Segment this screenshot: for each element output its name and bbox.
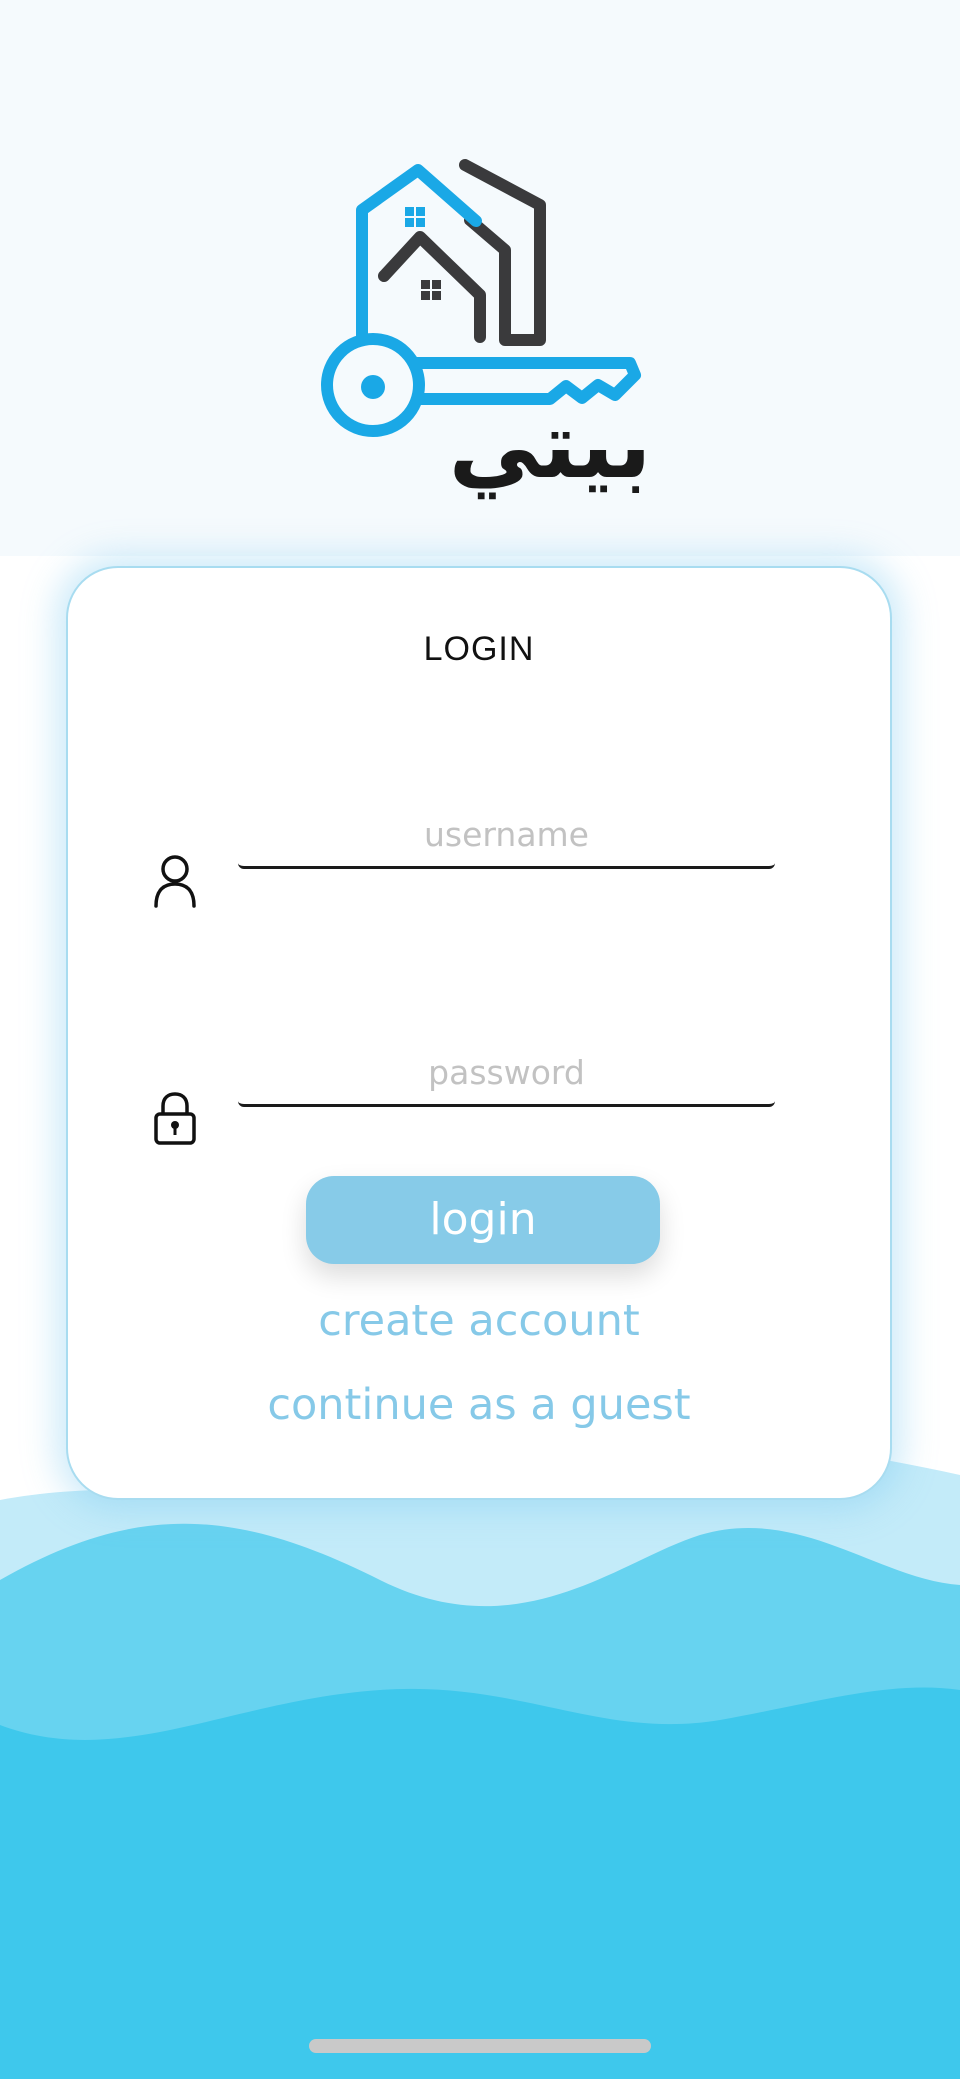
password-input[interactable] xyxy=(238,1044,775,1100)
username-field[interactable] xyxy=(238,806,775,869)
create-account-link[interactable]: create account xyxy=(68,1296,890,1346)
lock-icon xyxy=(152,1090,198,1146)
login-title: LOGIN xyxy=(423,630,535,668)
user-icon xyxy=(152,852,198,908)
username-input[interactable] xyxy=(238,806,775,862)
app-logo-text: بيتي xyxy=(448,392,652,499)
login-button[interactable]: login xyxy=(306,1176,660,1264)
home-indicator[interactable] xyxy=(309,2039,651,2053)
login-card: LOGIN login create account continue as a… xyxy=(66,566,892,1500)
password-field[interactable] xyxy=(238,1044,775,1107)
login-screen: بيتي LOGIN username login create account… xyxy=(0,0,960,2079)
continue-as-guest-link[interactable]: continue as a guest xyxy=(68,1380,890,1430)
